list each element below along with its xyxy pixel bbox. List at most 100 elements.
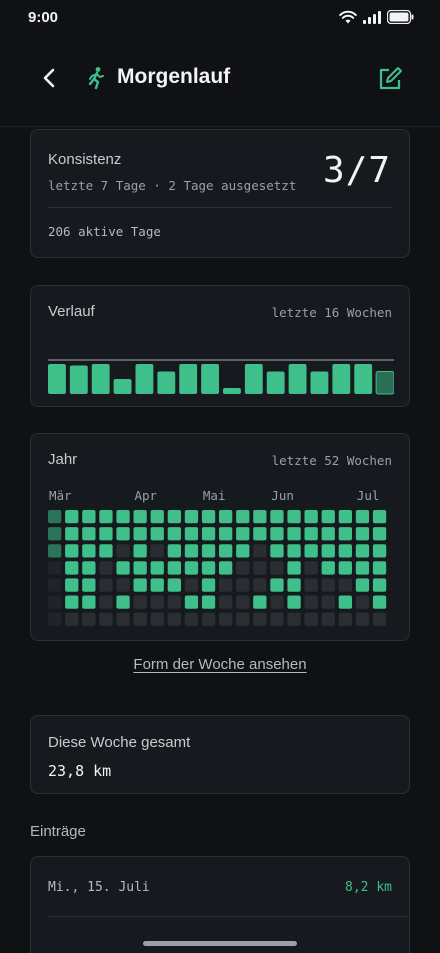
day-cell [338,612,352,626]
day-cell [48,595,62,609]
week-bar [157,371,176,394]
day-cell [219,510,233,524]
running-person-icon [88,67,104,90]
consistency-card: Konsistenz letzte 7 Tage · 2 Tage ausges… [30,129,410,258]
day-cell [236,578,250,592]
day-cell [270,612,284,626]
day-cell [270,510,284,524]
day-cell [116,595,130,609]
month-label: Apr [135,488,158,503]
day-cell [321,544,335,558]
day-cell [82,578,96,592]
week-bar [288,364,307,394]
day-cell [321,595,335,609]
week-total-card: Diese Woche gesamt 23,8 km [30,715,410,794]
day-cell [236,561,250,575]
day-cell [355,510,370,524]
day-cell [82,595,96,609]
day-cell [372,544,387,558]
day-cell [150,510,164,524]
day-cell [321,510,335,524]
edit-icon [379,67,402,90]
day-cell [65,510,79,524]
day-cell [219,612,233,626]
week-bar [135,364,154,394]
year-card: Jahr letzte 52 Wochen Mär Apr Mai Jun Jul [30,433,410,641]
day-cell [253,544,267,558]
day-cell [338,595,352,609]
year-heatmap: Mär Apr Mai Jun Jul [48,488,387,626]
day-cell [201,561,216,575]
day-cell [184,595,199,609]
week-bar [48,364,66,394]
day-cell [150,595,164,609]
week-bar [113,379,132,394]
day-cell [133,510,147,524]
day-cell [304,595,318,609]
day-cell [372,510,387,524]
day-cell [304,612,318,626]
day-cell [338,527,352,541]
day-cell [167,510,181,524]
day-cell [355,544,370,558]
entry-divider [48,916,409,917]
day-cell [167,612,181,626]
week-total-label: Diese Woche gesamt [48,734,191,751]
day-cell [287,578,301,592]
day-cell [150,612,164,626]
day-cell [150,544,164,558]
day-cell [287,561,301,575]
day-cell [82,544,96,558]
day-cell [338,544,352,558]
day-cell [355,561,370,575]
week-bar [332,364,351,394]
month-label: Jul [357,488,380,503]
day-cell [133,544,147,558]
day-cell [253,561,267,575]
consistency-label: Konsistenz [48,151,122,168]
day-cell [236,612,250,626]
week-total-value: 23,8 km [48,762,112,780]
day-cell [99,544,113,558]
edit-button[interactable] [376,65,404,93]
entries-title: Einträge [30,823,86,840]
day-cell [201,578,216,592]
day-cell [270,561,284,575]
day-cell [219,578,233,592]
consistency-subtitle: letzte 7 Tage · 2 Tage ausgesetzt [48,178,297,193]
active-days: 206 aktive Tage [48,224,161,239]
day-cell [355,578,370,592]
day-cell [201,510,216,524]
day-cell [184,527,199,541]
year-title: Jahr [48,451,78,468]
day-cell [372,595,387,609]
day-cell [304,510,318,524]
year-range: letzte 52 Wochen [271,453,392,468]
week-bar [310,371,329,394]
day-cell [184,510,199,524]
consistency-ratio: 3/7 [322,150,391,191]
history-card: Verlauf letzte 16 Wochen [30,285,410,407]
week-bar [375,371,394,395]
day-cell [150,561,164,575]
day-cell [82,527,96,541]
back-button[interactable] [36,64,64,92]
day-cell [321,612,335,626]
week-shape-link[interactable]: Form der Woche ansehen [133,656,306,673]
day-cell [372,527,387,541]
day-cell [184,578,199,592]
day-cell [65,612,79,626]
day-cell [201,544,216,558]
day-cell [99,612,113,626]
status-icons [339,10,414,24]
status-time: 9:00 [28,9,59,26]
day-cell [287,612,301,626]
nav-bar: Morgenlauf [0,52,440,104]
day-cell [304,561,318,575]
weekly-bar-chart [48,359,394,395]
day-cell [355,595,370,609]
day-cell [372,578,387,592]
day-cell [82,510,96,524]
day-cell [48,578,62,592]
day-cell [99,561,113,575]
